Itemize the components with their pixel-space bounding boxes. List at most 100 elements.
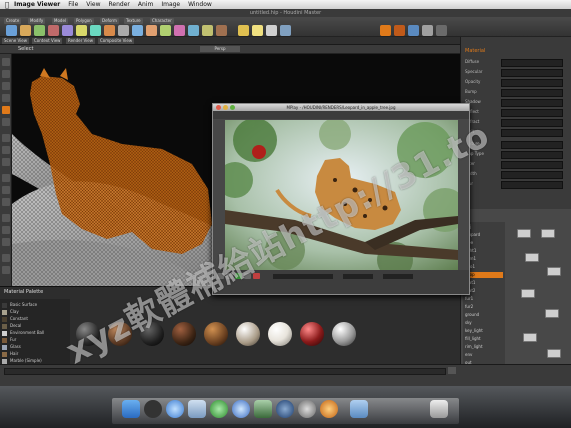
tree-item[interactable]: fur1 [465,296,503,302]
preferences-icon[interactable] [298,400,316,418]
menu-image[interactable]: Image [161,1,180,8]
select-tool-icon[interactable] [2,58,10,66]
close-icon[interactable] [216,105,221,110]
path-tool-icon[interactable] [146,25,157,36]
fps-field[interactable] [383,274,413,279]
line-tool-icon[interactable] [90,25,101,36]
network-node[interactable] [521,289,535,298]
light-toggle-icon[interactable] [2,214,10,222]
tree-item[interactable]: mat1 [465,280,503,286]
houdini-icon[interactable] [320,400,338,418]
tree-item[interactable]: sky [465,320,503,326]
curve-tool-icon[interactable] [118,25,129,36]
param-field[interactable] [501,181,563,189]
rigid-body-tool-icon[interactable] [408,25,419,36]
tree-item[interactable]: leopard [465,232,503,238]
null-tool-icon[interactable] [76,25,87,36]
param-field[interactable] [501,59,563,67]
param-field[interactable] [501,69,563,77]
safari-icon[interactable] [166,400,184,418]
light-tool-icon[interactable] [238,25,249,36]
tree-item[interactable]: fill_light [465,336,503,342]
material-item[interactable]: Hair [2,350,68,357]
param-field[interactable] [501,99,563,107]
tree-item[interactable]: geo1 [465,264,503,270]
network-node[interactable] [545,309,559,318]
shelf-tab-create[interactable]: Create [4,18,22,24]
network-node[interactable] [523,333,537,342]
material-ball[interactable] [236,322,260,346]
zoom-icon[interactable] [230,105,235,110]
network-node[interactable] [547,267,561,276]
param-field[interactable] [501,79,563,87]
param-field[interactable] [501,161,563,169]
draw-curve-tool-icon[interactable] [132,25,143,36]
shelf-tab-polygon[interactable]: Polygon [74,18,94,24]
wire-tool-icon[interactable] [422,25,433,36]
pose-tool-icon[interactable] [2,106,10,114]
tab-composite-view[interactable]: Composite View [98,38,135,44]
param-field[interactable] [501,171,563,179]
tree-item-selected[interactable]: shop [465,272,503,278]
fluid-tool-icon[interactable] [394,25,405,36]
param-field[interactable] [501,141,563,149]
param-field[interactable] [501,119,563,127]
menu-anim[interactable]: Anim [138,1,153,8]
view-tool-icon[interactable] [2,70,10,78]
move-tool-icon[interactable] [2,82,10,90]
shelf-tab-texture[interactable]: Texture [124,18,143,24]
shelf-tab-character[interactable]: Character [150,18,174,24]
grid-tool-icon[interactable] [62,25,73,36]
finder-icon[interactable] [122,400,140,418]
box-tool-icon[interactable] [6,25,17,36]
shaded-toggle-icon[interactable] [2,198,10,206]
torus-tool-icon[interactable] [48,25,59,36]
material-ball[interactable] [332,322,356,346]
handle-tool-icon[interactable] [2,134,10,142]
tree-item[interactable]: obj [465,224,503,230]
material-ball[interactable] [204,322,228,346]
cloth-tool-icon[interactable] [436,25,447,36]
circle-tool-icon[interactable] [104,25,115,36]
material-ball[interactable] [300,322,324,346]
wireframe-toggle-icon[interactable] [2,186,10,194]
spray-paint-tool-icon[interactable] [160,25,171,36]
dashboard-icon[interactable] [144,400,162,418]
sphere-tool-icon[interactable] [20,25,31,36]
lsystem-tool-icon[interactable] [216,25,227,36]
grid-toggle-icon[interactable] [2,174,10,182]
iphoto-icon[interactable] [254,400,272,418]
home-view-icon[interactable] [2,266,10,274]
menu-render[interactable]: Render [109,1,130,8]
snap-tool-icon[interactable] [2,146,10,154]
tree-item[interactable]: key_light [465,328,503,334]
ichat-icon[interactable] [210,400,228,418]
tree-item[interactable]: tree [465,240,503,246]
shelf-tab-deform[interactable]: Deform [100,18,119,24]
spot-light-tool-icon[interactable] [252,25,263,36]
material-ball[interactable] [172,322,196,346]
tube-tool-icon[interactable] [34,25,45,36]
tree-item[interactable]: light1 [465,248,503,254]
param-field[interactable] [501,89,563,97]
mplay-titlebar[interactable]: MPlay - /HOUDINI/RENDERS/Leopard_in_appl… [213,104,469,111]
network-node[interactable] [525,253,539,262]
network-node[interactable] [517,229,531,238]
material-item[interactable]: Constant [2,315,68,322]
param-field[interactable] [501,129,563,137]
render-toggle-icon[interactable] [2,238,10,246]
network-node[interactable] [541,229,555,238]
brush-tool-icon[interactable] [2,158,10,166]
tree-item[interactable]: ground [465,312,503,318]
tab-context-view[interactable]: Context View [32,38,63,44]
material-item[interactable]: Fur [2,336,68,343]
platonic-tool-icon[interactable] [188,25,199,36]
tree-item[interactable]: cam1 [465,256,503,262]
play-button-icon[interactable] [448,367,456,374]
camera-toggle-icon[interactable] [2,226,10,234]
shelf-tab-modify[interactable]: Modify [28,18,46,24]
apple-icon[interactable]:  [0,1,14,9]
frame-slider[interactable] [273,274,333,279]
shelf-tab-model[interactable]: Model [52,18,69,24]
folder-icon[interactable] [350,400,368,418]
